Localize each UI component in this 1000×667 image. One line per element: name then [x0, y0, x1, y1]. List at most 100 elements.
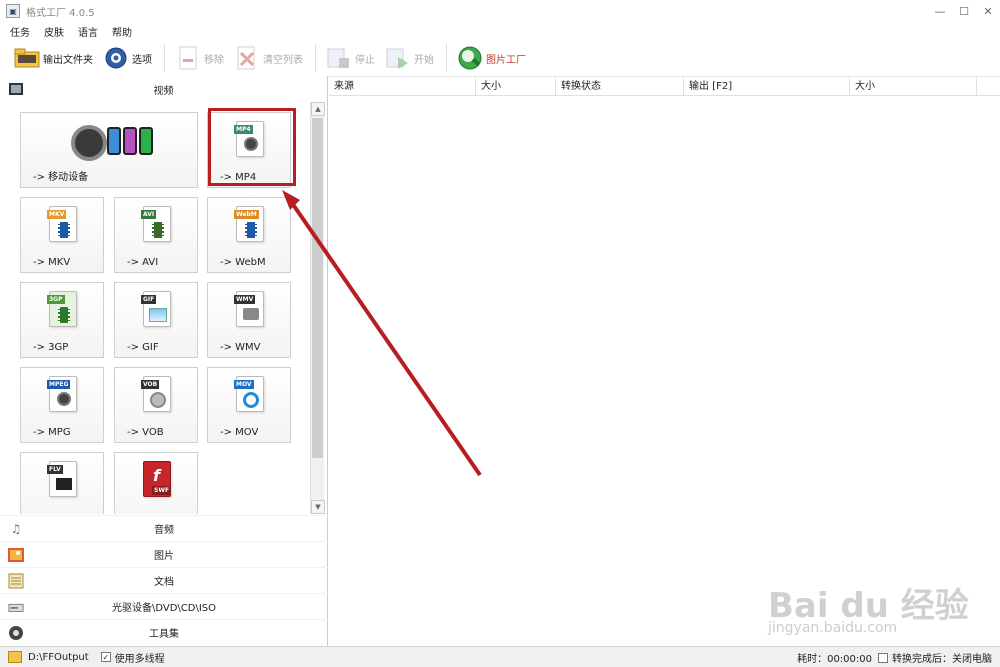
window-title: 格式工厂 4.0.5	[26, 7, 95, 19]
picture-icon	[8, 547, 24, 563]
mobile-device-icon	[71, 121, 155, 167]
start-label: 开始	[414, 54, 434, 66]
toolbar-divider	[446, 44, 447, 72]
picture-factory-button[interactable]: 图片工厂	[453, 42, 530, 74]
tile-wmv[interactable]: WMV -> WMV	[207, 282, 291, 358]
clear-list-label: 清空列表	[263, 54, 303, 66]
tile-label: -> WebM	[220, 257, 266, 268]
scroll-down-icon[interactable]: ▼	[311, 500, 325, 514]
tile-mov[interactable]: MOV -> MOV	[207, 367, 291, 443]
tile-webm[interactable]: WebM -> WebM	[207, 197, 291, 273]
stop-button[interactable]: 停止	[322, 42, 379, 74]
column-output[interactable]: 输出 [F2]	[684, 77, 850, 95]
menu-task[interactable]: 任务	[10, 24, 30, 39]
start-icon	[385, 45, 411, 71]
category-label: 光驱设备\DVD\CD\ISO	[111, 603, 217, 614]
folder-icon[interactable]	[8, 651, 22, 663]
tile-scrollbar[interactable]: ▲ ▼	[310, 102, 325, 514]
tile-label: -> GIF	[127, 342, 159, 353]
task-list-header: 来源 大小 转换状态 输出 [F2] 大小	[329, 76, 1000, 96]
gif-file-icon: GIF	[141, 291, 171, 327]
drive-icon	[8, 599, 24, 615]
flv-file-icon: FLV	[47, 461, 77, 497]
close-button[interactable]: ✕	[976, 0, 1000, 22]
output-path[interactable]: D:\FFOutput	[28, 652, 89, 663]
tile-label: -> WMV	[220, 342, 261, 353]
tile-label: -> AVI	[127, 257, 159, 268]
tile-mpg[interactable]: MPEG -> MPG	[20, 367, 104, 443]
category-label: 工具集	[149, 629, 179, 640]
scroll-thumb[interactable]	[312, 118, 323, 458]
remove-button[interactable]: 移除	[171, 42, 228, 74]
category-picture[interactable]: 图片	[0, 541, 328, 567]
options-button[interactable]: 选项	[99, 42, 156, 74]
gear-icon	[103, 45, 129, 71]
tile-label: -> 3GP	[33, 342, 69, 353]
tile-3gp[interactable]: 3GP -> 3GP	[20, 282, 104, 358]
scroll-up-icon[interactable]: ▲	[311, 102, 325, 116]
music-note-icon: ♫	[10, 522, 22, 536]
column-source[interactable]: 来源	[329, 77, 476, 95]
output-folder-button[interactable]: 输出文件夹	[10, 42, 97, 74]
category-optical-drive[interactable]: 光驱设备\DVD\CD\ISO	[0, 593, 328, 619]
tile-mp4[interactable]: MP4 -> MP4	[207, 112, 291, 188]
tile-mkv[interactable]: MKV -> MKV	[20, 197, 104, 273]
folder-icon	[14, 45, 40, 71]
tile-gif[interactable]: GIF -> GIF	[114, 282, 198, 358]
toolbar-divider	[315, 44, 316, 72]
video-category-label: 视频	[153, 85, 174, 97]
clear-list-icon	[234, 45, 260, 71]
tile-mobile-device[interactable]: -> 移动设备	[20, 112, 198, 188]
status-right: 耗时：00:00:00 转换完成后：关闭电脑	[793, 647, 992, 667]
minimize-button[interactable]: —	[928, 0, 952, 22]
column-size[interactable]: 大小	[476, 77, 556, 95]
toolbar: 输出文件夹 选项 移除 清空列表 停止 开始 图片工厂	[0, 40, 1000, 76]
tile-swf[interactable]: SWF f	[114, 452, 198, 514]
elapsed-time: 耗时：00:00:00	[797, 654, 872, 665]
output-folder-label: 输出文件夹	[43, 54, 93, 66]
after-convert-label: 转换完成后：关闭电脑	[892, 654, 992, 665]
menu-help[interactable]: 帮助	[112, 24, 132, 39]
webm-file-icon: WebM	[234, 206, 264, 242]
format-factory-icon: ▣	[6, 4, 20, 18]
task-list-panel: 来源 大小 转换状态 输出 [F2] 大小	[329, 76, 1000, 646]
video-category-header[interactable]: 视频	[0, 76, 327, 102]
toolbox-icon	[8, 625, 24, 641]
category-label: 音频	[154, 525, 174, 536]
maximize-button[interactable]: ☐	[952, 0, 976, 22]
stop-label: 停止	[355, 54, 375, 66]
column-status[interactable]: 转换状态	[556, 77, 684, 95]
multithread-label: 使用多线程	[114, 653, 165, 665]
video-icon	[8, 81, 24, 97]
after-convert-checkbox[interactable]	[878, 652, 888, 663]
category-document[interactable]: 文档	[0, 567, 328, 593]
tile-label: -> 移动设备	[33, 172, 89, 183]
mp4-file-icon: MP4	[234, 121, 264, 157]
clear-list-button[interactable]: 清空列表	[230, 42, 307, 74]
category-list: ♫ 音频 图片 文档 光驱设备\DVD\CD\ISO 工具集	[0, 515, 328, 645]
start-button[interactable]: 开始	[381, 42, 438, 74]
wmv-file-icon: WMV	[234, 291, 264, 327]
document-icon	[8, 573, 24, 589]
menu-language[interactable]: 语言	[78, 24, 98, 39]
options-label: 选项	[132, 54, 152, 66]
remove-file-icon	[175, 45, 201, 71]
category-label: 文档	[154, 577, 174, 588]
video-format-grid: -> 移动设备 MP4 -> MP4 MKV -> MKV AVI -> AVI	[0, 102, 328, 514]
toolbar-divider	[164, 44, 165, 72]
tile-label: -> MKV	[33, 257, 71, 268]
column-output-size[interactable]: 大小	[850, 77, 977, 95]
stop-icon	[326, 45, 352, 71]
picture-factory-icon	[457, 45, 483, 71]
remove-label: 移除	[204, 54, 224, 66]
multithread-checkbox[interactable]: ✓	[100, 652, 111, 662]
picture-factory-label: 图片工厂	[486, 54, 526, 66]
window-controls: — ☐ ✕	[928, 0, 1000, 22]
tile-avi[interactable]: AVI -> AVI	[114, 197, 198, 273]
tile-vob[interactable]: VOB -> VOB	[114, 367, 198, 443]
category-audio[interactable]: ♫ 音频	[0, 515, 328, 541]
menu-skin[interactable]: 皮肤	[44, 24, 64, 39]
category-tools[interactable]: 工具集	[0, 619, 328, 645]
3gp-file-icon: 3GP	[47, 291, 77, 327]
tile-flv[interactable]: FLV	[20, 452, 104, 514]
